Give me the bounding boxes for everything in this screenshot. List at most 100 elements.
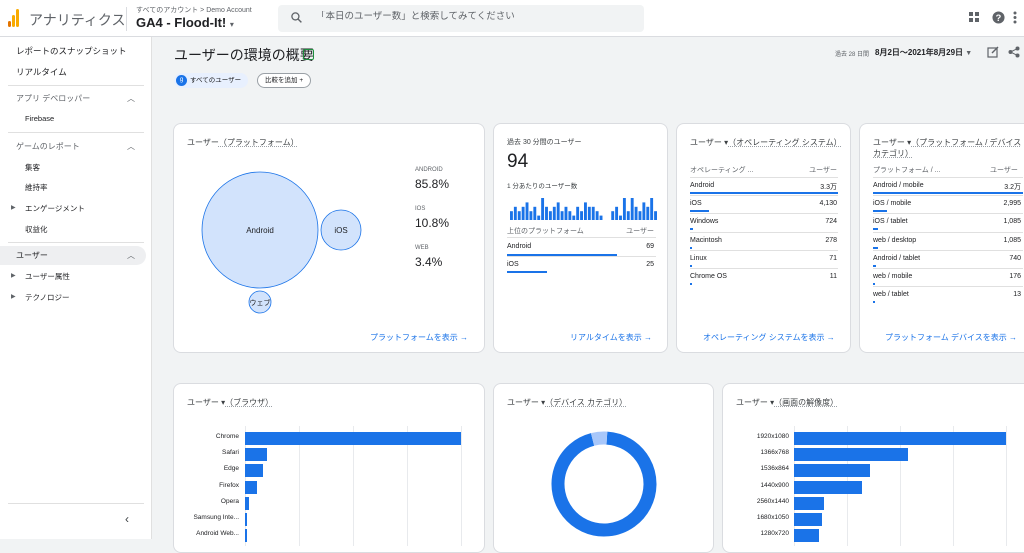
- minute-bar[interactable]: [642, 202, 646, 220]
- bar[interactable]: [794, 480, 862, 494]
- search-input[interactable]: [316, 11, 636, 22]
- view-os-link[interactable]: オペレーティング システムを表示 →: [703, 332, 835, 343]
- minute-bar[interactable]: [626, 211, 630, 220]
- customize-report-icon[interactable]: [987, 46, 999, 58]
- minute-bar[interactable]: [560, 211, 564, 220]
- minute-bar[interactable]: [541, 198, 545, 220]
- apps-grid-icon[interactable]: [968, 11, 980, 23]
- bar[interactable]: [794, 432, 1006, 445]
- help-icon[interactable]: ?: [992, 11, 1005, 24]
- all-users-chip[interactable]: g すべてのユーザー: [174, 73, 249, 88]
- property-name: GA4 - Flood-It!: [136, 15, 227, 30]
- donut-slice[interactable]: [551, 431, 657, 537]
- minute-bar[interactable]: [654, 211, 657, 220]
- minute-bar[interactable]: [529, 211, 533, 220]
- view-platform-link[interactable]: プラットフォームを表示 →: [370, 332, 468, 343]
- metric-selector[interactable]: ユーザー ▾: [873, 138, 911, 147]
- sidebar-item-technology[interactable]: テクノロジー: [25, 292, 70, 303]
- add-comparison-button[interactable]: 比較を追加 +: [257, 73, 312, 88]
- minute-bar[interactable]: [510, 211, 513, 220]
- arrow-right-icon: →: [826, 333, 835, 342]
- property-selector[interactable]: GA4 - Flood-It! ▾: [136, 15, 234, 30]
- minute-bar[interactable]: [572, 215, 576, 220]
- date-range-picker[interactable]: 8月2日～2021年8月29日 ▼: [875, 47, 972, 58]
- chevron-up-icon[interactable]: ︿: [127, 93, 135, 104]
- minute-bar[interactable]: [525, 202, 529, 220]
- account-breadcrumb[interactable]: すべてのアカウント > Demo Account: [136, 5, 252, 15]
- sidebar-item-snapshot[interactable]: レポートのスナップショット: [16, 45, 127, 57]
- minute-bar[interactable]: [599, 215, 603, 220]
- sidebar-item-firebase[interactable]: Firebase: [25, 114, 54, 123]
- sidebar-section-user[interactable]: ユーザー: [16, 250, 48, 261]
- minute-bar[interactable]: [615, 206, 619, 220]
- sidebar-item-realtime[interactable]: リアルタイム: [16, 66, 67, 78]
- minute-bar[interactable]: [595, 211, 599, 220]
- bar[interactable]: [794, 529, 820, 543]
- minute-bar[interactable]: [584, 202, 587, 220]
- view-platform-device-link[interactable]: プラットフォーム デバイスを表示 →: [885, 332, 1017, 343]
- browser-card: ユーザー ▾（ブラウザ） Chrome Safari Edge Firefox Oper…: [173, 383, 485, 553]
- bar[interactable]: [794, 448, 909, 462]
- metric-selector[interactable]: ユーザー ▾: [187, 398, 225, 407]
- minute-bar[interactable]: [556, 202, 560, 220]
- caret-right-icon[interactable]: ▶: [11, 204, 16, 211]
- minute-bar[interactable]: [622, 198, 626, 220]
- minute-bar[interactable]: [646, 206, 650, 220]
- minute-bar[interactable]: [545, 206, 548, 220]
- share-icon[interactable]: [1008, 46, 1020, 58]
- table-row-value: 740: [1009, 254, 1021, 262]
- minute-bar[interactable]: [634, 206, 638, 220]
- sidebar-item-engagement[interactable]: エンゲージメント: [25, 203, 85, 214]
- search-box[interactable]: [278, 5, 644, 32]
- bar[interactable]: [794, 464, 871, 478]
- caret-right-icon[interactable]: ▶: [11, 272, 16, 279]
- sidebar-item-demographics[interactable]: ユーザー属性: [25, 271, 70, 282]
- bar[interactable]: [794, 513, 822, 526]
- sidebar-section-game-reports[interactable]: ゲームのレポート: [16, 141, 80, 152]
- view-realtime-link[interactable]: リアルタイムを表示 →: [570, 332, 652, 343]
- minute-bar[interactable]: [611, 211, 615, 220]
- minute-bar[interactable]: [576, 206, 580, 220]
- minute-bar[interactable]: [517, 211, 521, 220]
- sidebar-item-monetization[interactable]: 収益化: [25, 224, 48, 235]
- collapse-sidebar-icon[interactable]: ‹: [125, 512, 129, 526]
- minute-bar[interactable]: [619, 215, 622, 220]
- minute-bar[interactable]: [548, 211, 552, 220]
- bar[interactable]: [245, 513, 248, 526]
- divider: [8, 242, 144, 243]
- caret-right-icon[interactable]: ▶: [11, 293, 16, 300]
- minute-bar[interactable]: [650, 198, 654, 220]
- sidebar-section-app-developer[interactable]: アプリ デベロッパー: [16, 93, 90, 104]
- sidebar-item-acquisition[interactable]: 集客: [25, 162, 40, 173]
- minute-bar[interactable]: [587, 206, 591, 220]
- search-icon: [291, 12, 302, 23]
- minute-bar[interactable]: [580, 211, 583, 220]
- chevron-up-icon[interactable]: ︿: [127, 141, 135, 152]
- metric-selector[interactable]: ユーザー ▾: [690, 138, 728, 147]
- bar[interactable]: [794, 496, 824, 510]
- minute-bar[interactable]: [564, 206, 568, 220]
- minute-bar[interactable]: [533, 206, 537, 220]
- bar[interactable]: [245, 448, 267, 462]
- bar[interactable]: [245, 464, 264, 478]
- donut-slice[interactable]: [590, 431, 608, 446]
- sidebar-item-retention[interactable]: 維持率: [25, 182, 48, 193]
- metric-selector[interactable]: ユーザー ▾: [736, 398, 774, 407]
- more-vert-icon[interactable]: [1013, 11, 1017, 24]
- minute-bar[interactable]: [638, 211, 642, 220]
- chevron-up-icon[interactable]: ︿: [127, 250, 135, 261]
- bar[interactable]: [245, 432, 461, 445]
- minute-bar[interactable]: [591, 206, 595, 220]
- minute-bar[interactable]: [552, 206, 556, 220]
- analytics-logo-icon[interactable]: [8, 9, 20, 27]
- minute-bar[interactable]: [513, 206, 517, 220]
- minute-bar[interactable]: [630, 198, 634, 220]
- bar[interactable]: [245, 496, 250, 510]
- bubble-label-ios: iOS: [334, 226, 347, 235]
- bar[interactable]: [245, 480, 257, 494]
- bar[interactable]: [245, 529, 247, 543]
- minute-bar[interactable]: [568, 211, 572, 220]
- minute-bar[interactable]: [521, 206, 525, 220]
- metric-selector[interactable]: ユーザー ▾: [507, 398, 545, 407]
- minute-bar[interactable]: [537, 215, 541, 220]
